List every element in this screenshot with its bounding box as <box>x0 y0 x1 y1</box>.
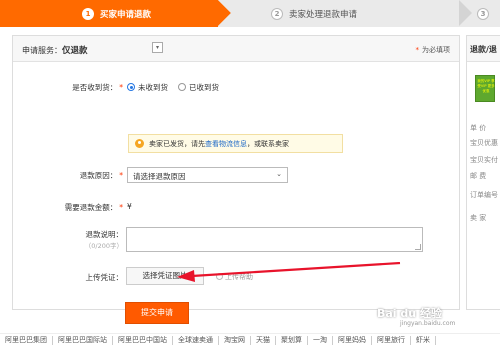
service-value: 仅退款 <box>62 46 88 56</box>
footer-link[interactable]: 阿里旅行 <box>372 336 411 345</box>
received-label: 是否收到货： * <box>72 83 123 92</box>
panel-header: 申请服务：仅退款 ▾ * 为必填项 <box>13 36 459 62</box>
watermark-url: jingyan.baidu.com <box>400 320 456 327</box>
refund-amount: ¥ <box>127 202 132 211</box>
footer-link[interactable]: 天猫 <box>251 336 276 345</box>
step-label: 买家申请退款 <box>100 9 152 20</box>
refund-page: 1 买家申请退款 2 卖家处理退款申请 3 申请服务：仅退款 ▾ * 为必填项 是… <box>0 0 500 346</box>
radio-unchecked-icon[interactable] <box>178 83 186 91</box>
step-seller-process: 2 卖家处理退款申请 <box>218 0 472 27</box>
shipping-tip: 卖家已发货，请先 查看物流信息 ，或联系卖家 <box>128 134 343 153</box>
step-number: 1 <box>82 7 94 20</box>
logistics-link[interactable]: 查看物流信息 <box>205 139 247 149</box>
order-info-title: 退款/退 <box>467 36 500 62</box>
service-dropdown-button[interactable]: ▾ <box>152 42 163 53</box>
chevron-down-icon: ⌄ <box>276 170 282 178</box>
info-discount: 宝贝优惠 <box>470 139 498 147</box>
required-star-icon: * <box>415 46 420 54</box>
required-note-text: 为必填项 <box>422 46 450 54</box>
tip-prefix: 卖家已发货，请先 <box>149 139 205 148</box>
info-seller: 卖 家 <box>470 214 487 222</box>
product-thumbnail[interactable]: 我的VIP 享受VIP 更多优惠 <box>475 75 495 102</box>
order-info-panel: 退款/退 我的VIP 享受VIP 更多优惠 单 价 宝贝优惠 宝贝实付 邮 费 … <box>466 35 500 310</box>
watermark-logo: Bai du 经验 <box>377 307 442 320</box>
footer-link[interactable]: 一淘 <box>308 336 333 345</box>
step-number: 2 <box>271 7 283 20</box>
radio-label: 未收到货 <box>138 83 168 92</box>
upload-label: 上传凭证： <box>85 273 124 282</box>
tip-suffix: ，或联系卖家 <box>247 139 289 148</box>
footer-link[interactable]: 淘宝网 <box>219 336 251 345</box>
footer-link[interactable]: 阿里巴巴中国站 <box>113 336 173 345</box>
footer-link[interactable]: 虾米 <box>411 336 436 345</box>
info-shipping: 邮 费 <box>470 172 487 180</box>
required-note: * 为必填项 <box>416 45 451 55</box>
reason-select[interactable]: 请选择退款原因 ⌄ <box>127 167 288 183</box>
footer-link[interactable]: 全球速卖通 <box>173 336 219 345</box>
info-unit-price: 单 价 <box>470 124 487 132</box>
footer-link[interactable]: 阿里妈妈 <box>333 336 372 345</box>
footer-link[interactable]: 阿里巴巴集团 <box>0 336 53 345</box>
step-number: 3 <box>477 7 489 20</box>
arrow-shaft <box>191 262 401 278</box>
footer-link[interactable]: 阿里巴巴国际站 <box>53 336 113 345</box>
arrow-head <box>177 270 195 282</box>
refund-description-input[interactable] <box>126 227 423 252</box>
step-label: 卖家处理退款申请 <box>289 9 358 20</box>
reason-select-value: 请选择退款原因 <box>133 172 186 181</box>
desc-label: 退款说明： <box>85 230 124 239</box>
lightbulb-icon <box>135 139 144 148</box>
footer-links: 阿里巴巴集团 阿里巴巴国际站 阿里巴巴中国站 全球速卖通 淘宝网 天猫 聚划算 一淘 阿里妈妈阿… <box>0 333 500 346</box>
submit-button[interactable]: 提交申请 <box>125 302 189 324</box>
red-arrow-annotation <box>177 262 401 282</box>
radio-label: 已收到货 <box>189 83 219 92</box>
radio-not-received[interactable]: 未收到货 <box>127 82 168 93</box>
radio-received[interactable]: 已收到货 <box>178 82 219 93</box>
step-three: 3 <box>472 0 500 27</box>
reason-label: 退款原因： * <box>79 171 123 180</box>
resize-handle-icon[interactable] <box>415 244 421 250</box>
info-paid: 宝贝实付 <box>470 156 498 164</box>
amount-label: 需要退款金额： * <box>64 203 123 212</box>
thumbnail-text: 我的VIP 享受VIP 更多优惠 <box>477 79 495 93</box>
step-apply-refund: 1 买家申请退款 <box>0 0 231 27</box>
footer-link[interactable]: 聚划算 <box>276 336 308 345</box>
service-type: 申请服务：仅退款 <box>22 44 88 56</box>
progress-steps: 1 买家申请退款 2 卖家处理退款申请 3 <box>0 0 500 27</box>
service-label: 申请服务： <box>22 46 62 55</box>
desc-counter: （0/200字） <box>84 242 123 250</box>
radio-checked-icon[interactable] <box>127 83 135 91</box>
info-order-number: 订单编号 <box>470 191 498 199</box>
